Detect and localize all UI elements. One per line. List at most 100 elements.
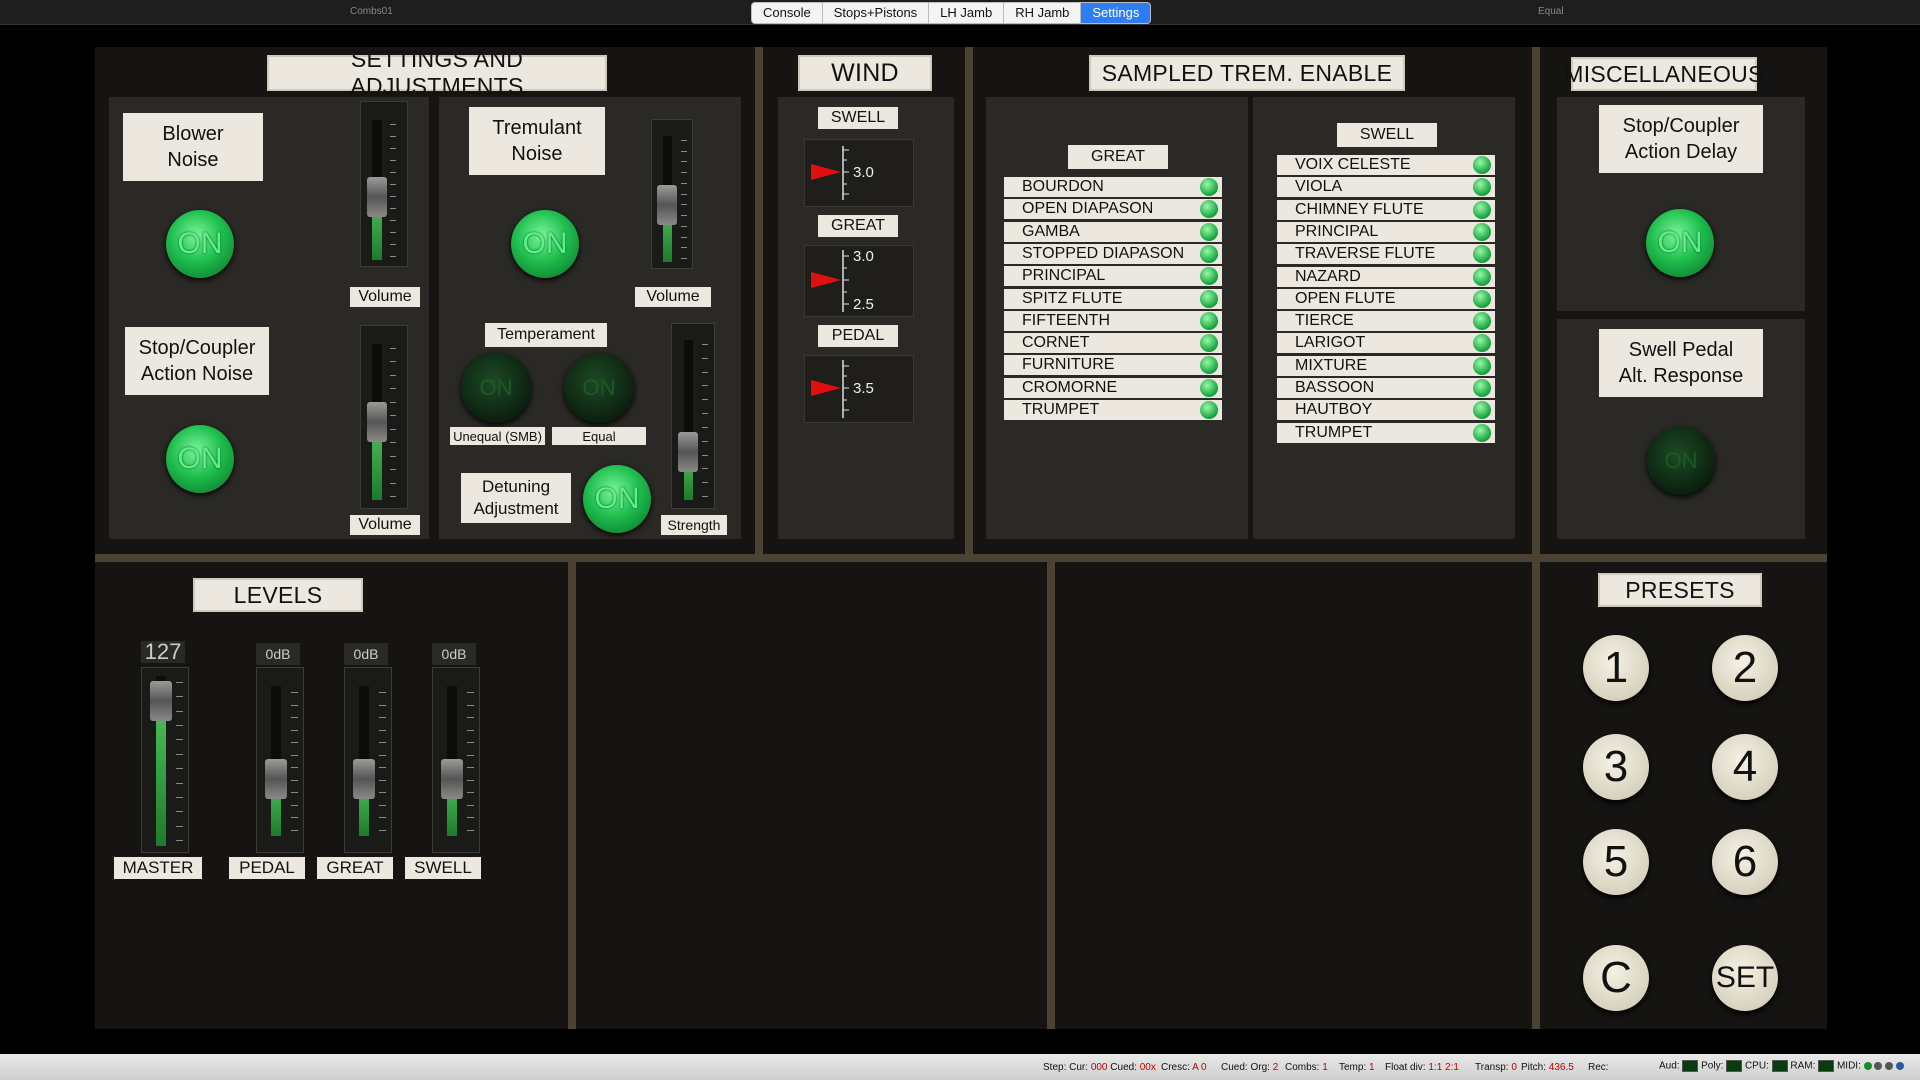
trem-swell-stop-item[interactable]: OPEN FLUTE [1277,288,1495,309]
trem-great-stop-item[interactable]: PRINCIPAL [1004,266,1222,287]
trem-great-stop-item[interactable]: CORNET [1004,333,1222,354]
trem-swell-stop-item[interactable]: LARIGOT [1277,333,1495,354]
blower-noise-toggle[interactable]: ON [166,210,234,278]
slider-thumb[interactable] [441,759,463,799]
level-slider-swell[interactable] [432,667,480,853]
slider-tick [379,754,386,756]
trem-great-stop-item[interactable]: STOPPED DIAPASON [1004,243,1222,264]
temperament-unequal-toggle[interactable]: ON [461,353,531,423]
trem-enabled-indicator-icon[interactable] [1473,200,1491,219]
trem-great-stop-item[interactable]: BOURDON [1004,177,1222,197]
trem-great-stop-item[interactable]: TRUMPET [1004,400,1222,420]
preset-button-3[interactable]: 3 [1583,734,1649,800]
preset-button-6[interactable]: 6 [1712,829,1778,895]
trem-swell-stop-item[interactable]: VOIX CELESTE [1277,155,1495,175]
slider-tick [681,204,687,206]
preset-button-2[interactable]: 2 [1712,635,1778,701]
tremulant-volume-slider[interactable] [651,119,693,269]
top-bar: Combs01 Console Stops+Pistons LH Jamb RH… [0,0,1920,25]
trem-enabled-indicator-icon[interactable] [1200,244,1218,263]
trem-enabled-indicator-icon[interactable] [1200,311,1218,330]
trem-swell-stop-item[interactable]: CHIMNEY FLUTE [1277,199,1495,220]
detuning-strength-slider[interactable] [671,323,715,509]
slider-thumb[interactable] [367,177,387,217]
trem-great-stop-item[interactable]: FIFTEENTH [1004,310,1222,331]
swell-pedal-response-toggle[interactable]: ON [1647,427,1715,495]
tab-console[interactable]: Console [752,3,823,23]
stop-coupler-volume-slider[interactable] [360,325,408,509]
trem-enabled-indicator-icon[interactable] [1473,245,1491,264]
trem-enabled-indicator-icon[interactable] [1473,156,1491,174]
temperament-equal-toggle[interactable]: ON [564,353,634,423]
trem-enabled-indicator-icon[interactable] [1200,378,1218,397]
trem-swell-stop-item[interactable]: HAUTBOY [1277,400,1495,421]
trem-enabled-indicator-icon[interactable] [1473,289,1491,308]
trem-swell-stop-item[interactable]: TRUMPET [1277,422,1495,443]
stop-coupler-delay-toggle[interactable]: ON [1646,209,1714,277]
trem-enabled-indicator-icon[interactable] [1200,178,1218,196]
trem-enabled-indicator-icon[interactable] [1473,334,1491,353]
slider-thumb[interactable] [678,432,698,472]
tremulant-noise-toggle[interactable]: ON [511,210,579,278]
slider-tick [390,496,396,497]
trem-swell-stop-item[interactable]: BASSOON [1277,378,1495,398]
tab-lh-jamb[interactable]: LH Jamb [929,3,1005,23]
trem-swell-stop-item[interactable]: TIERCE [1277,311,1495,332]
preset-button-set[interactable]: SET [1712,945,1778,1011]
trem-enabled-indicator-icon[interactable] [1473,312,1491,331]
trem-enabled-indicator-icon[interactable] [1473,178,1491,197]
trem-enabled-indicator-icon[interactable] [1200,334,1218,353]
slider-tick [291,692,298,693]
trem-enabled-indicator-icon[interactable] [1473,222,1491,241]
preset-button-cancel[interactable]: C [1583,945,1649,1011]
level-slider-great[interactable] [344,667,392,853]
slider-thumb[interactable] [367,402,387,442]
preset-button-1[interactable]: 1 [1583,635,1649,701]
trem-enabled-indicator-icon[interactable] [1200,401,1218,419]
trem-great-stop-item[interactable]: SPITZ FLUTE [1004,288,1222,309]
trem-enabled-indicator-icon[interactable] [1200,267,1218,286]
slider-tick [379,704,386,706]
trem-swell-stop-item[interactable]: VIOLA [1277,177,1495,198]
tab-rh-jamb[interactable]: RH Jamb [1004,3,1082,23]
trem-swell-stop-item[interactable]: NAZARD [1277,266,1495,287]
stop-name: PRINCIPAL [1022,267,1106,285]
trem-swell-stop-item[interactable]: TRAVERSE FLUTE [1277,244,1495,265]
temperament-panel: Temperament ON ON Unequal (SMB) Equal De… [439,319,741,539]
divider [568,562,576,1029]
trem-enabled-indicator-icon[interactable] [1200,289,1218,308]
trem-enabled-indicator-icon[interactable] [1200,200,1218,219]
trem-enabled-indicator-icon[interactable] [1473,356,1491,375]
trem-great-stop-item[interactable]: GAMBA [1004,221,1222,242]
slider-thumb[interactable] [353,759,375,799]
preset-button-5[interactable]: 5 [1583,829,1649,895]
trem-great-stop-item[interactable]: OPEN DIAPASON [1004,199,1222,220]
trem-great-stop-item[interactable]: FURNITURE [1004,355,1222,376]
detuning-adjustment-toggle[interactable]: ON [583,465,651,533]
trem-enabled-indicator-icon[interactable] [1473,401,1491,420]
trem-enabled-indicator-icon[interactable] [1473,267,1491,286]
trem-enabled-indicator-icon[interactable] [1200,356,1218,375]
slider-tick [467,804,474,806]
trem-enabled-indicator-icon[interactable] [1473,379,1491,397]
slider-thumb[interactable] [657,185,677,225]
tab-settings[interactable]: Settings [1081,3,1151,23]
trem-enabled-indicator-icon[interactable] [1200,222,1218,241]
tab-stops-pistons[interactable]: Stops+Pistons [823,3,930,23]
level-slider-pedal[interactable] [256,667,304,853]
status-meters: Aud: Poly: CPU: RAM: MIDI: [1659,1060,1904,1072]
preset-button-4[interactable]: 4 [1712,734,1778,800]
status-combs: Combs: 1 [1285,1062,1328,1073]
trem-swell-stop-item[interactable]: MIXTURE [1277,355,1495,376]
blower-volume-slider[interactable] [360,101,408,267]
stop-name: VOIX CELESTE [1295,156,1411,173]
level-slider-master[interactable] [141,667,189,853]
trem-swell-stop-item[interactable]: PRINCIPAL [1277,221,1495,242]
slider-tick [291,804,298,806]
trem-enabled-indicator-icon[interactable] [1473,423,1491,442]
stop-coupler-noise-toggle[interactable]: ON [166,425,234,493]
slider-tick [681,236,687,238]
slider-thumb[interactable] [150,681,172,721]
slider-thumb[interactable] [265,759,287,799]
trem-great-stop-item[interactable]: CROMORNE [1004,377,1222,398]
